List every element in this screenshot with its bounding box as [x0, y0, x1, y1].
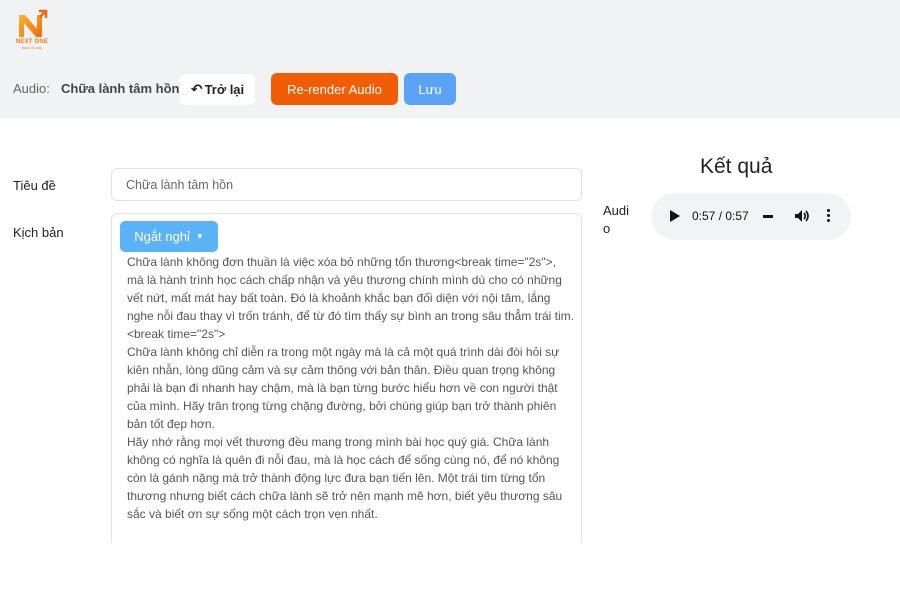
audio-player[interactable]: 0:57 / 0:57	[651, 193, 851, 240]
save-button[interactable]: Lưu	[404, 73, 456, 105]
title-label: Tiêu đề	[13, 178, 56, 193]
result-audio-label: Audio	[603, 203, 630, 236]
caret-down-icon: ▼	[195, 232, 204, 241]
undo-arrow-icon: ↶	[190, 81, 203, 97]
script-textarea[interactable]: Chữa lành không đơn thuần là việc xóa bỏ…	[127, 253, 575, 523]
more-vertical-icon[interactable]	[827, 209, 831, 223]
play-icon[interactable]	[670, 210, 680, 222]
back-button-label: Trở lại	[204, 82, 245, 97]
logo-text: NEXT ONE	[15, 39, 49, 45]
result-title: Kết quả	[700, 155, 773, 178]
logo-subtext: BEST OF ONE	[21, 46, 43, 50]
audio-name: Chữa lành tâm hồn	[61, 81, 180, 96]
top-bar: NEXT ONE BEST OF ONE Audio: Chữa lành tâ…	[0, 0, 900, 118]
back-button[interactable]: ↶ Trở lại	[180, 74, 255, 105]
script-editor[interactable]: Ngắt nghỉ ▼ Chữa lành không đơn thuần là…	[111, 213, 582, 543]
pause-button-label: Ngắt nghỉ	[134, 229, 190, 244]
pause-dropdown-button[interactable]: Ngắt nghỉ ▼	[120, 221, 218, 252]
volume-icon[interactable]	[794, 208, 810, 224]
title-input[interactable]	[111, 168, 582, 201]
script-label: Kịch bản	[13, 225, 64, 240]
audio-label: Audio:	[13, 81, 50, 96]
player-progress-bar[interactable]	[763, 215, 773, 218]
player-time: 0:57 / 0:57	[692, 209, 749, 223]
rerender-audio-button[interactable]: Re-render Audio	[271, 73, 398, 105]
logo-n-icon	[19, 9, 48, 37]
next-one-logo[interactable]: NEXT ONE BEST OF ONE	[9, 9, 55, 50]
